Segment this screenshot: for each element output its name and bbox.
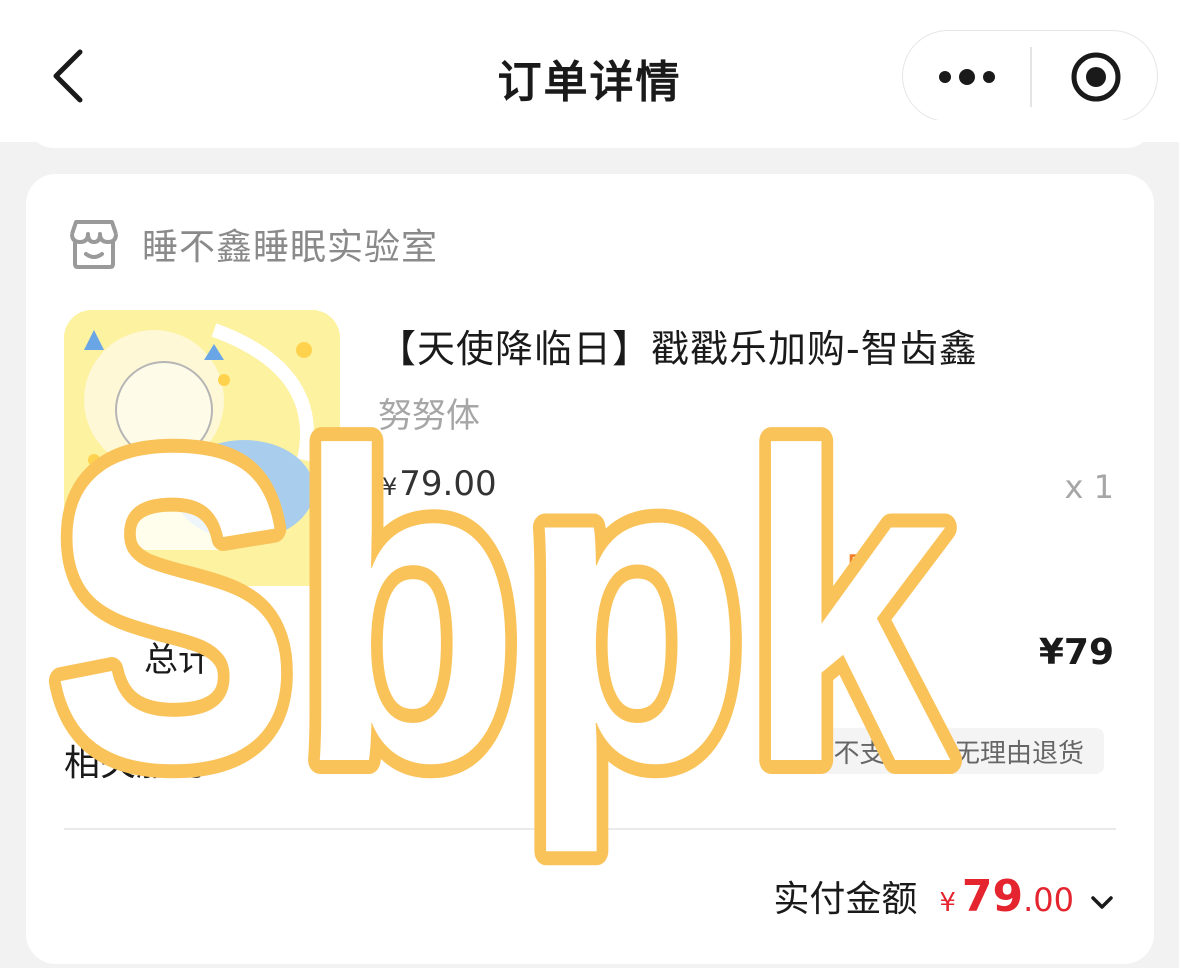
price-value: 79.00: [399, 464, 497, 504]
product-price: ¥79.00: [382, 464, 497, 504]
total-value: ¥79: [1038, 632, 1114, 673]
product-title[interactable]: 【天使降临日】戳戳乐加购-智齿鑫: [378, 318, 978, 373]
store-icon: [70, 220, 118, 269]
shop-name: 睡不鑫睡眠实验室: [142, 227, 439, 268]
order-card: 睡不鑫睡眠实验室 【天使降临日】戳戳乐加购-智齿鑫 努努体 ¥79.00 x 1…: [26, 174, 1154, 964]
shop-header[interactable]: 睡不鑫睡眠实验室: [66, 218, 438, 270]
product-quantity: x 1: [1064, 468, 1114, 506]
product-thumbnail[interactable]: [64, 310, 340, 586]
paid-amount-row[interactable]: 实付金额 ¥ 79 .00: [773, 870, 1114, 922]
paid-label: 实付金额: [773, 879, 918, 920]
product-image: [64, 310, 340, 586]
total-label: 总计: [144, 640, 212, 680]
close-mini-program-button[interactable]: [1032, 31, 1159, 123]
previous-card-edge: [26, 120, 1154, 148]
divider: [64, 828, 1116, 830]
service-label: 相关服务: [64, 743, 209, 784]
more-button[interactable]: [903, 31, 1030, 123]
ship-deadline-text: 59前: [846, 548, 924, 588]
paid-decimal: .00: [1023, 881, 1074, 919]
record-target-icon: [1071, 52, 1120, 102]
product-spec: 努努体: [378, 396, 480, 436]
mini-program-capsule: [902, 30, 1158, 122]
paid-integer: 79: [961, 871, 1024, 922]
chevron-down-icon[interactable]: [1090, 895, 1114, 911]
paid-currency: ¥: [939, 888, 956, 918]
service-tag: 不支持7天无理由退货: [813, 728, 1104, 774]
more-dots-icon: [938, 69, 995, 85]
price-currency: ¥: [382, 473, 398, 501]
